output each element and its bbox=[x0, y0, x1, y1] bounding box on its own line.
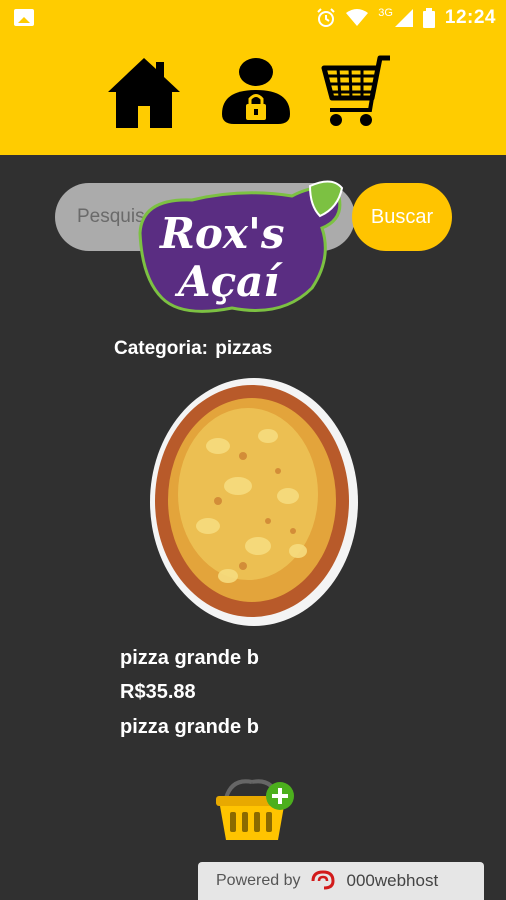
powered-brand: 000webhost bbox=[346, 871, 439, 890]
logo-text-line1: Rox's bbox=[159, 209, 284, 258]
roxs-acai-logo: Rox's Açaí bbox=[138, 180, 344, 313]
account-lock-icon[interactable] bbox=[216, 52, 296, 132]
network-type: 3G bbox=[378, 7, 393, 19]
main-nav bbox=[0, 52, 506, 132]
product-description: pizza grande b bbox=[120, 716, 259, 738]
powered-by-badge[interactable]: Powered by 000webhost bbox=[198, 862, 484, 900]
status-time: 12:24 bbox=[444, 7, 496, 28]
cart-icon[interactable] bbox=[316, 52, 396, 132]
battery-icon bbox=[422, 8, 435, 28]
webhost-logo-icon bbox=[311, 870, 335, 890]
search-button[interactable]: Buscar bbox=[352, 183, 452, 251]
category-label: Categoria: bbox=[114, 338, 208, 359]
product-price: R$35.88 bbox=[120, 681, 196, 703]
product-name: pizza grande b bbox=[120, 647, 259, 669]
header-bar: 3G 12:24 bbox=[0, 0, 506, 155]
home-icon[interactable] bbox=[104, 52, 184, 132]
logo-text-line2: Açaí bbox=[174, 257, 283, 306]
alarm-icon bbox=[317, 8, 335, 27]
category-heading: Categoria: pizzas bbox=[114, 338, 272, 360]
add-to-basket-icon[interactable] bbox=[212, 774, 298, 842]
signal-icon bbox=[394, 9, 413, 27]
pizza-image bbox=[150, 378, 358, 626]
wifi-icon bbox=[346, 9, 369, 26]
image-icon bbox=[14, 9, 34, 26]
powered-label: Powered by bbox=[216, 872, 301, 889]
status-bar: 3G 12:24 bbox=[0, 0, 506, 36]
category-value: pizzas bbox=[215, 338, 273, 359]
status-right: 3G 12:24 bbox=[316, 6, 496, 30]
